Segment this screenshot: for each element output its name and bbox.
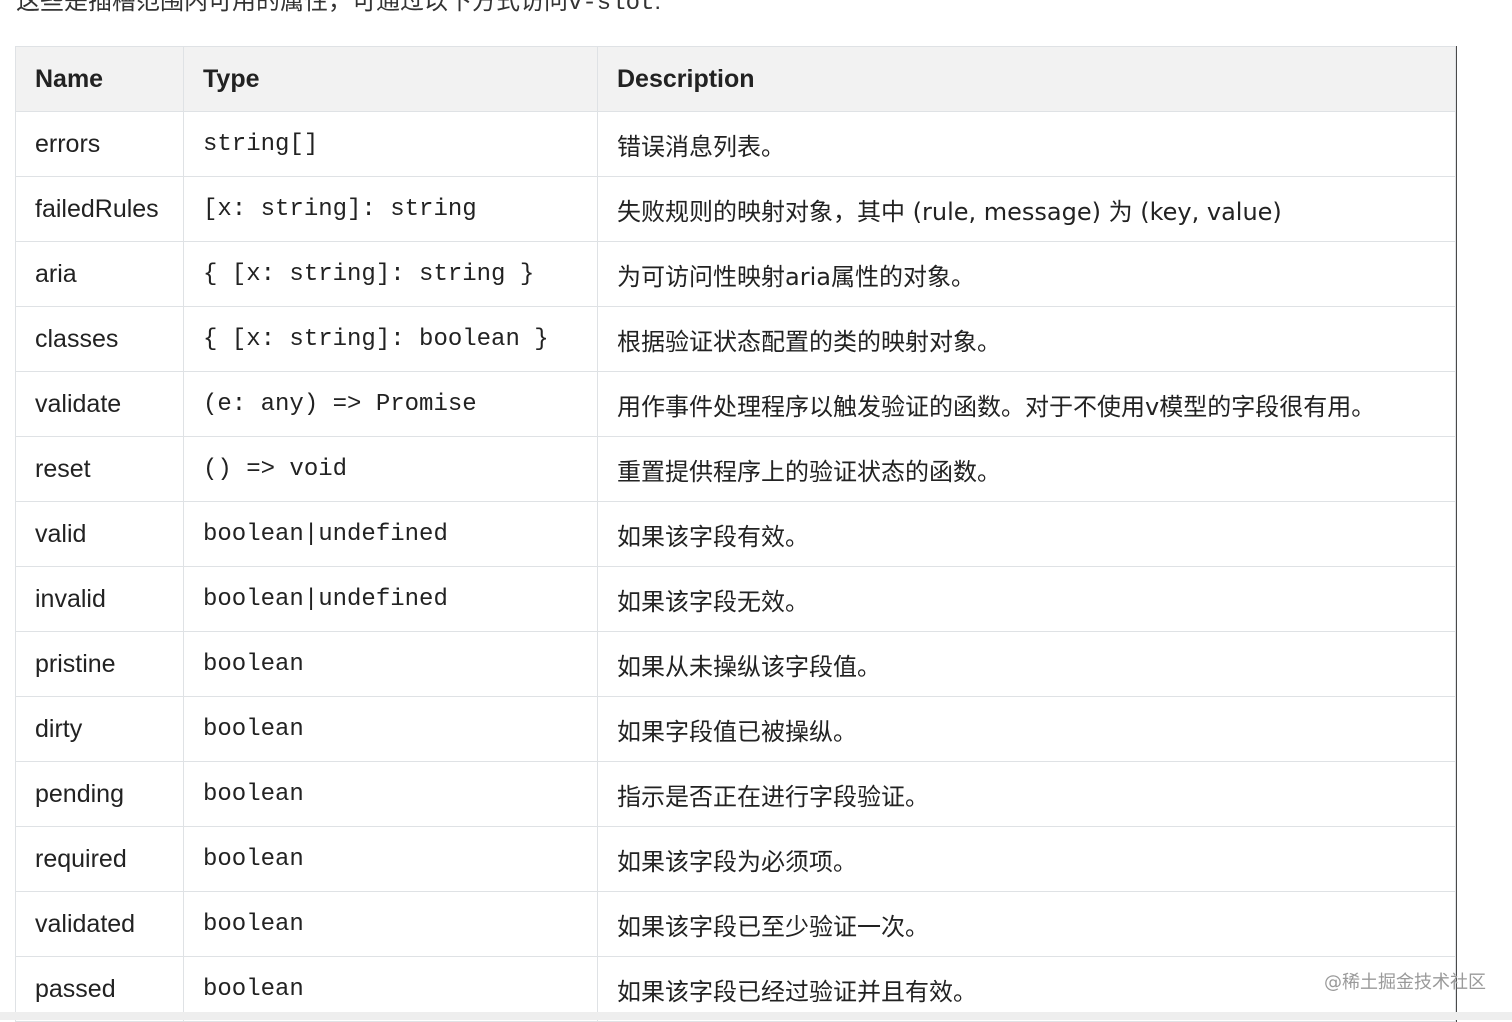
bottom-divider — [0, 1012, 1512, 1020]
cell-name: reset — [15, 436, 184, 502]
intro-suffix: : — [654, 0, 662, 15]
cell-type: { [x: string]: boolean } — [183, 306, 598, 372]
table-row: aria{ [x: string]: string } 为可访问性映射aria属性… — [15, 241, 1456, 307]
header-type: Type — [183, 46, 598, 112]
table-row: pristine boolean 如果从未操纵该字段值。 — [15, 631, 1456, 697]
cell-name: aria — [15, 241, 184, 307]
table-row: invalid boolean|undefined 如果该字段无效。 — [15, 566, 1456, 632]
intro-label: 这些是插槽范围内可用的属性，可通过以下方式访问 — [16, 0, 568, 15]
slot-props-table-container: Name Type Description errors string[] 错误消息… — [15, 46, 1457, 1022]
cell-description: 如果字段值已被操纵。 — [597, 696, 1456, 762]
header-description: Description — [597, 46, 1456, 112]
intro-text: 这些是插槽范围内可用的属性，可通过以下方式访问v-slot: — [16, 0, 661, 18]
cell-name: validate — [15, 371, 184, 437]
header-row: Name Type Description — [15, 46, 1456, 112]
cell-name: valid — [15, 501, 184, 567]
cell-type: string[] — [183, 111, 598, 177]
slot-props-table: Name Type Description errors string[] 错误消息… — [15, 46, 1456, 1022]
cell-description: 指示是否正在进行字段验证。 — [597, 761, 1456, 827]
cell-name: validated — [15, 891, 184, 957]
cell-name: classes — [15, 306, 184, 372]
cell-description: 用作事件处理程序以触发验证的函数。对于不使用v模型的字段很有用。 — [597, 371, 1456, 437]
cell-name: invalid — [15, 566, 184, 632]
cell-name: pristine — [15, 631, 184, 697]
cell-type: () => void — [183, 436, 598, 502]
table-row: dirty boolean 如果字段值已被操纵。 — [15, 696, 1456, 762]
cell-description: 如果该字段为必须项。 — [597, 826, 1456, 892]
cell-name: required — [15, 826, 184, 892]
table-header: Name Type Description — [15, 46, 1456, 112]
cell-description: 根据验证状态配置的类的映射对象。 — [597, 306, 1456, 372]
table-row: failedRules [x: string]: string 失败规则的映射对象，… — [15, 176, 1456, 242]
cell-name: errors — [15, 111, 184, 177]
table-row: validated boolean 如果该字段已至少验证一次。 — [15, 891, 1456, 957]
cell-description: 如果该字段无效。 — [597, 566, 1456, 632]
cell-type: boolean — [183, 826, 598, 892]
cell-description: 如果从未操纵该字段值。 — [597, 631, 1456, 697]
table-body: errors string[] 错误消息列表。 failedRules [x: stri… — [15, 111, 1456, 1022]
table-row: reset() => void 重置提供程序上的验证状态的函数。 — [15, 436, 1456, 502]
cell-name: pending — [15, 761, 184, 827]
cell-type: boolean — [183, 761, 598, 827]
cell-description: 失败规则的映射对象，其中 (rule, message) 为 (key, val… — [597, 176, 1456, 242]
cell-type: boolean|undefined — [183, 566, 598, 632]
cell-description: 如果该字段已至少验证一次。 — [597, 891, 1456, 957]
table-row: pending boolean 指示是否正在进行字段验证。 — [15, 761, 1456, 827]
cell-description: 为可访问性映射aria属性的对象。 — [597, 241, 1456, 307]
cell-description: 错误消息列表。 — [597, 111, 1456, 177]
cell-type: [x: string]: string — [183, 176, 598, 242]
cell-name: failedRules — [15, 176, 184, 242]
cell-type: { [x: string]: string } — [183, 241, 598, 307]
cell-type: boolean|undefined — [183, 501, 598, 567]
cell-description: 如果该字段有效。 — [597, 501, 1456, 567]
table-row: valid boolean|undefined 如果该字段有效。 — [15, 501, 1456, 567]
cell-type: boolean — [183, 891, 598, 957]
table-row: classes{ [x: string]: boolean } 根据验证状态配置的… — [15, 306, 1456, 372]
watermark: @稀土掘金技术社区 — [1324, 972, 1486, 993]
cell-type: boolean — [183, 696, 598, 762]
intro-code: v-slot — [568, 0, 655, 17]
cell-type: boolean — [183, 631, 598, 697]
cell-type: (e: any) => Promise — [183, 371, 598, 437]
cell-name: dirty — [15, 696, 184, 762]
table-row: validate (e: any) => Promise 用作事件处理程序以触发验证… — [15, 371, 1456, 437]
table-row: required boolean 如果该字段为必须项。 — [15, 826, 1456, 892]
table-row: errors string[] 错误消息列表。 — [15, 111, 1456, 177]
header-name: Name — [15, 46, 184, 112]
cell-description: 重置提供程序上的验证状态的函数。 — [597, 436, 1456, 502]
